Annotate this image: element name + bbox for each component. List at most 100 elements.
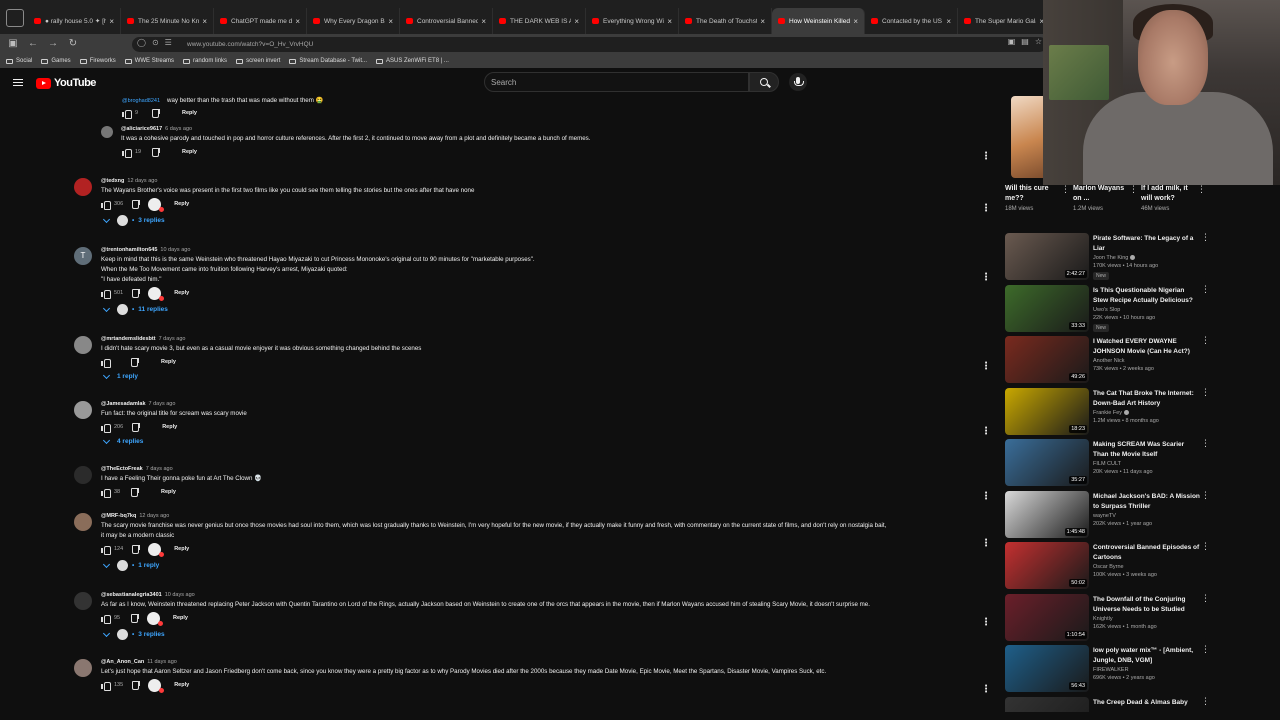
reply-button[interactable]: Reply xyxy=(182,110,197,116)
related-video-card[interactable]: 35:27 Making SCREAM Was Scarier Than the … xyxy=(1005,438,1215,489)
voice-search-mic-icon[interactable] xyxy=(789,73,807,91)
shield-icon[interactable]: ◯ xyxy=(137,38,146,47)
bookmark-item[interactable]: Fireworks xyxy=(79,58,116,64)
show-replies-toggle[interactable]: • 3 replies xyxy=(102,215,165,226)
short-more-options-icon[interactable] xyxy=(1129,184,1138,196)
video-title[interactable]: Michael Jackson's BAD: A Mission to Surp… xyxy=(1093,492,1201,512)
thumbs-down-icon[interactable] xyxy=(131,488,139,497)
comment-author[interactable]: @MRF-bq7kq 12 days ago xyxy=(101,513,169,519)
reply-button[interactable]: Reply xyxy=(162,424,177,430)
related-video-card[interactable]: 49:26 I Watched EVERY DWAYNE JOHNSON Movi… xyxy=(1005,335,1215,386)
video-title[interactable]: Pirate Software: The Legacy of a Liar xyxy=(1093,234,1201,254)
short-more-options-icon[interactable] xyxy=(1061,184,1070,196)
reply-button[interactable]: Reply xyxy=(174,201,189,207)
comment-author[interactable]: @tedxng 12 days ago xyxy=(101,178,157,184)
comment-author[interactable]: @Jamesadamlak 7 days ago xyxy=(101,401,175,407)
thumbs-up-icon[interactable] xyxy=(101,545,111,555)
thumbs-down-icon[interactable] xyxy=(131,358,139,367)
video-more-options-icon[interactable] xyxy=(1201,438,1210,450)
avatar[interactable] xyxy=(74,592,92,610)
reply-button[interactable]: Reply xyxy=(161,489,176,495)
related-video-card[interactable]: 56:43 low poly water mix™ - [Ambient, Jun… xyxy=(1005,644,1215,695)
show-replies-toggle[interactable]: • 1 reply xyxy=(102,560,159,571)
video-thumbnail[interactable]: 56:43 xyxy=(1005,645,1089,692)
browser-tab[interactable]: The Death of Touchstone× xyxy=(679,8,772,34)
address-bar[interactable]: www.youtube.com/watch?v=O_Hv_VrvHQU xyxy=(132,37,1047,52)
video-title[interactable]: Is This Questionable Nigerian Stew Recip… xyxy=(1093,286,1201,306)
tab-close-icon[interactable]: × xyxy=(295,17,300,26)
reply-button[interactable]: Reply xyxy=(173,615,188,621)
show-replies-toggle[interactable]: • 11 replies xyxy=(102,304,168,315)
comment-author[interactable]: @TheEctoFreak 7 days ago xyxy=(101,466,173,472)
short-title[interactable]: Marlon Wayans on ... xyxy=(1073,184,1129,204)
comment-more-options-icon[interactable] xyxy=(981,538,991,551)
video-thumbnail[interactable]: 2:42:27 xyxy=(1005,233,1089,280)
avatar[interactable] xyxy=(74,513,92,531)
reply-button[interactable]: Reply xyxy=(174,682,189,688)
video-title[interactable]: Making SCREAM Was Scarier Than the Movie… xyxy=(1093,440,1201,460)
video-title[interactable]: The Creep Dead & Almas Baby xyxy=(1093,698,1201,708)
comment-author[interactable]: @trentonhamilton645 10 days ago xyxy=(101,247,190,253)
short-title[interactable]: Will this cure me?? xyxy=(1005,184,1061,204)
video-thumbnail[interactable]: 35:27 xyxy=(1005,439,1089,486)
video-more-options-icon[interactable] xyxy=(1201,644,1210,656)
browser-tab[interactable]: Controversial Banned Ep× xyxy=(400,8,493,34)
thumbs-down-icon[interactable] xyxy=(132,423,141,432)
video-thumbnail[interactable]: 50:02 xyxy=(1005,542,1089,589)
video-channel[interactable]: Knightly xyxy=(1093,616,1113,622)
tab-close-icon[interactable]: × xyxy=(946,17,951,26)
bookmark-item[interactable]: WWE Streams xyxy=(124,58,174,64)
avatar[interactable] xyxy=(101,126,113,138)
comment-author[interactable]: @mrtandemslidesbtt 7 days ago xyxy=(101,336,186,342)
video-more-options-icon[interactable] xyxy=(1201,335,1210,347)
tab-close-icon[interactable]: × xyxy=(760,17,765,26)
comment-more-options-icon[interactable] xyxy=(981,617,991,630)
tab-close-icon[interactable]: × xyxy=(481,17,486,26)
thumbs-down-icon[interactable] xyxy=(132,289,141,298)
thumbs-up-icon[interactable] xyxy=(101,423,111,433)
sidebar-toggle-icon[interactable]: ▣ xyxy=(6,37,20,51)
reply-button[interactable]: Reply xyxy=(174,546,189,552)
video-title[interactable]: Controversial Banned Episodes of Cartoon… xyxy=(1093,543,1201,563)
thumbs-up-icon[interactable] xyxy=(101,681,111,691)
browser-tab[interactable]: Contacted by the US Se× xyxy=(865,8,958,34)
avatar[interactable] xyxy=(74,336,92,354)
comment-author[interactable]: @aliciarice9617 6 days ago xyxy=(121,126,192,132)
thumbs-up-icon[interactable] xyxy=(101,488,111,498)
video-channel[interactable]: Joon The King xyxy=(1093,255,1136,261)
video-channel[interactable]: FILM CULT xyxy=(1093,461,1121,467)
comment-author[interactable]: @sebastianalegria3401 10 days ago xyxy=(101,592,195,598)
thumbs-down-icon[interactable] xyxy=(152,148,160,157)
video-channel[interactable]: Frankie Fey xyxy=(1093,410,1130,416)
comment-more-options-icon[interactable] xyxy=(981,491,991,504)
video-channel[interactable]: Another Nick xyxy=(1093,358,1125,364)
bookmark-star-icon[interactable]: ☆ xyxy=(1035,37,1042,46)
search-input[interactable]: Search xyxy=(484,72,749,92)
site-info-icon[interactable]: ⊙ xyxy=(152,38,159,47)
browser-tab[interactable]: How Weinstein Killed Sc× xyxy=(772,8,865,34)
thumbs-down-icon[interactable] xyxy=(132,545,141,554)
video-more-options-icon[interactable] xyxy=(1201,541,1210,553)
tab-close-icon[interactable]: × xyxy=(109,17,114,26)
browser-tab[interactable]: The 25 Minute No Knead× xyxy=(121,8,214,34)
reply-button[interactable]: Reply xyxy=(174,290,189,296)
video-channel[interactable]: wayneTV xyxy=(1093,513,1116,519)
comment-more-options-icon[interactable] xyxy=(981,151,991,164)
video-title[interactable]: The Cat That Broke The Internet: Down-Ba… xyxy=(1093,389,1201,409)
youtube-logo[interactable]: YouTube xyxy=(36,77,96,89)
show-replies-toggle[interactable]: • 3 replies xyxy=(102,629,165,640)
forward-arrow-icon[interactable]: → xyxy=(46,37,60,51)
thumbs-down-icon[interactable] xyxy=(131,614,139,623)
video-thumbnail[interactable]: 18:23 xyxy=(1005,387,1089,435)
tab-close-icon[interactable]: × xyxy=(853,17,858,26)
bookmark-item[interactable]: Social xyxy=(6,58,32,64)
avatar[interactable] xyxy=(74,466,92,484)
thumbs-up-icon[interactable] xyxy=(101,289,111,299)
comment-more-options-icon[interactable] xyxy=(981,684,991,697)
related-video-card[interactable]: 18:23 The Cat That Broke The Internet: Do… xyxy=(1005,387,1215,438)
related-video-card[interactable]: 1:10:54 The Downfall of the Conjuring Uni… xyxy=(1005,593,1215,644)
browser-tab[interactable]: Everything Wrong With × xyxy=(586,8,679,34)
video-thumbnail[interactable]: 49:26 xyxy=(1005,336,1089,383)
bookmark-item[interactable]: Stream Database - Twit... xyxy=(289,58,367,64)
show-replies-toggle[interactable]: 1 reply xyxy=(102,371,138,380)
